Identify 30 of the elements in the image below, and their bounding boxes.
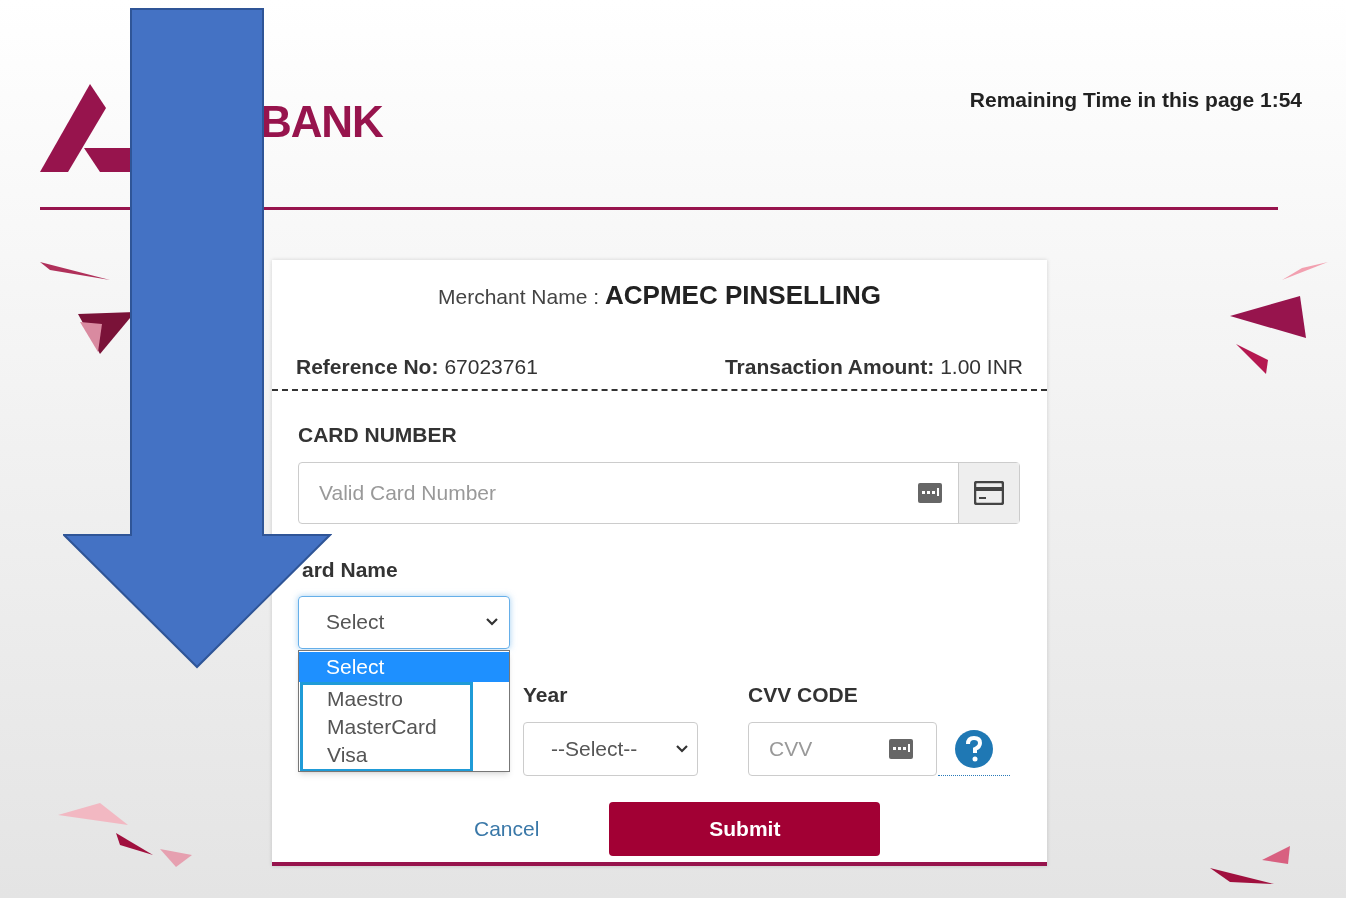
logo-icon [40,84,132,172]
keyboard-icon[interactable] [918,483,942,503]
credit-card-icon [974,481,1004,505]
card-name-label: ard Name [301,557,399,583]
dropdown-option[interactable]: Visa [303,740,470,769]
card-name-select[interactable]: Select [298,595,510,649]
card-number-input[interactable]: Valid Card Number [319,477,918,509]
reference-value: 67023761 [444,354,538,380]
cvv-label: CVV CODE [748,681,859,708]
help-icon[interactable] [955,729,993,768]
year-label: Year [523,681,569,708]
logo-text: BANK [260,100,383,144]
amount-value: 1.00 INR [940,354,1023,380]
chevron-down-icon [485,617,499,627]
dropdown-option[interactable]: MasterCard [303,712,470,741]
year-select[interactable]: --Select-- [523,722,698,776]
merchant-label: Merchant Name : [438,284,600,310]
chevron-down-icon [675,744,689,754]
submit-button[interactable]: Submit [609,802,881,856]
card-number-label: CARD NUMBER [298,421,458,448]
cvv-input[interactable]: CVV [769,733,889,765]
card-number-field[interactable]: Valid Card Number [298,462,1020,524]
reference-label: Reference No: [296,354,439,380]
amount-label: Transaction Amount: [724,354,935,380]
dropdown-option[interactable]: Maestro [303,684,470,713]
timer-text: Remaining Time in this page 1:54 [969,87,1302,113]
cvv-field[interactable]: CVV [748,722,937,776]
cancel-link[interactable]: Cancel [474,813,540,845]
keyboard-icon[interactable] [889,739,913,759]
merchant-name: ACPMEC PINSELLING [605,279,881,312]
